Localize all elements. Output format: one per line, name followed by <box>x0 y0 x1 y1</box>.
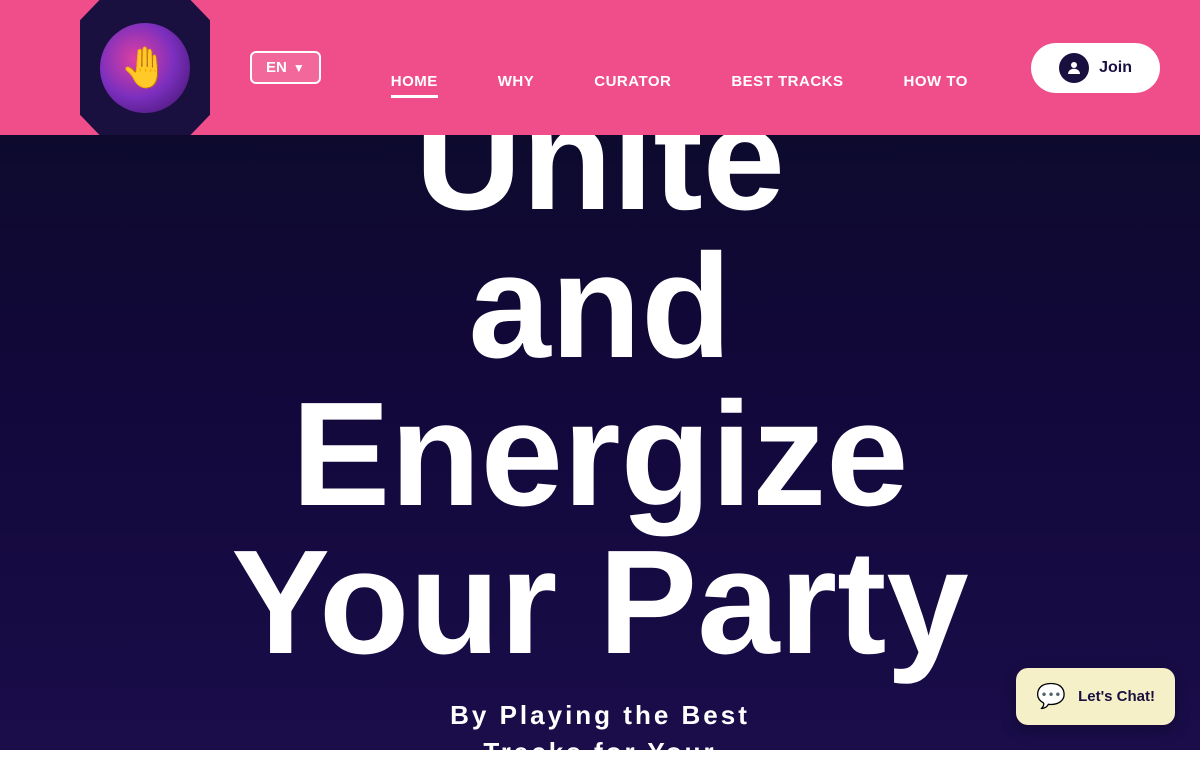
logo[interactable]: 🤚 <box>80 0 210 135</box>
hero-title-line2: and <box>231 233 968 381</box>
join-label: Join <box>1099 59 1132 77</box>
nav-item-curator[interactable]: CURATOR <box>564 38 701 98</box>
hero-subtitle-line1: By Playing the Best <box>450 697 750 733</box>
language-selector[interactable]: EN ▼ <box>250 51 321 84</box>
hero-subtitle: By Playing the Best Tracks for Your <box>450 697 750 770</box>
logo-icon: 🤚 <box>100 23 190 113</box>
hero-title-line3: Energize <box>231 381 968 529</box>
nav-item-best-tracks[interactable]: BEST TRACKS <box>701 38 873 98</box>
lang-label: EN <box>266 59 287 76</box>
hero-title-line4: Your Party <box>231 529 968 677</box>
main-nav: HOME WHY CURATOR BEST TRACKS HOW TO <box>361 38 998 98</box>
join-button[interactable]: Join <box>1031 43 1160 93</box>
chat-widget[interactable]: 💬 Let's Chat! <box>1016 668 1175 725</box>
nav-item-why[interactable]: WHY <box>468 38 565 98</box>
hero-section: Unite and Energize Your Party By Playing… <box>0 135 1200 750</box>
user-icon <box>1059 53 1089 83</box>
nav-item-home[interactable]: HOME <box>361 38 468 98</box>
hero-subtitle-line2: Tracks for Your <box>450 734 750 770</box>
chevron-down-icon: ▼ <box>293 61 305 75</box>
hero-title: Unite and Energize Your Party <box>231 85 968 677</box>
header: 🤚 EN ▼ HOME WHY CURATOR BEST TRACKS HOW … <box>0 0 1200 135</box>
chat-icon: 💬 <box>1036 682 1066 711</box>
nav-item-how-to[interactable]: HOW TO <box>874 38 998 98</box>
chat-label: Let's Chat! <box>1078 688 1155 705</box>
